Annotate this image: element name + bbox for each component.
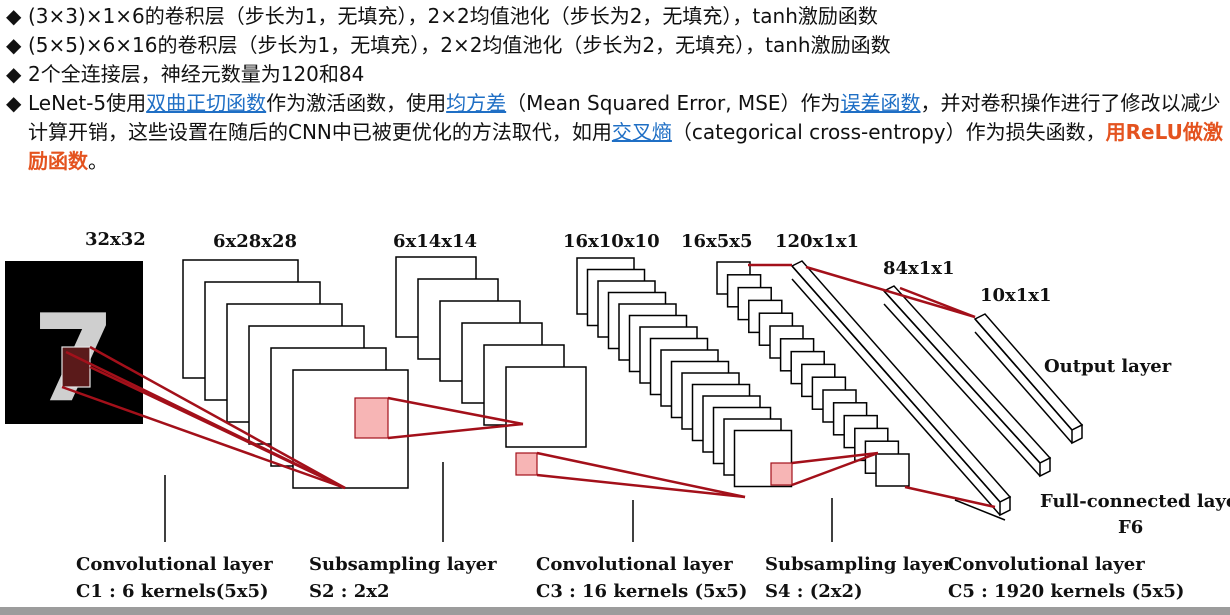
- bullet-item-4: ◆ LeNet-5使用双曲正切函数作为激活函数，使用均方差（Mean Squar…: [6, 89, 1226, 176]
- bullet-item-1: ◆ (3×3)×1×6的卷积层（步长为1，无填充），2×2均值池化（步长为2，无…: [6, 2, 1226, 31]
- c5-layer-desc: C5 : 1920 kernels (5x5): [948, 581, 1184, 602]
- c5-layer-name: Convolutional layer: [948, 554, 1145, 575]
- bullet-text: 。: [88, 149, 108, 173]
- input-image: 7: [5, 261, 143, 429]
- dim-label-c5: 120x1x1: [775, 231, 859, 252]
- fc-layer-f6-label: F6: [1118, 517, 1143, 538]
- link-error-function[interactable]: 误差函数: [841, 91, 921, 115]
- dim-label-s4: 16x5x5: [681, 231, 753, 252]
- c1-layer-desc: C1 : 6 kernels(5x5): [76, 581, 269, 602]
- dim-label-c3: 16x10x10: [563, 231, 660, 252]
- diamond-bullet-icon: ◆: [6, 4, 22, 28]
- bullet-item-3: ◆ 2个全连接层，神经元数量为120和84: [6, 60, 1226, 89]
- s2-layer-name: Subsampling layer: [309, 554, 497, 575]
- c1-layer-name: Convolutional layer: [76, 554, 273, 575]
- diamond-bullet-icon: ◆: [6, 62, 22, 86]
- s4-feature-map: [875, 453, 910, 487]
- bullet-text: （Mean Squared Error, MSE）作为: [506, 91, 841, 115]
- footer-bar: [0, 607, 1230, 615]
- link-mse[interactable]: 均方差: [446, 91, 506, 115]
- s2-receptive-patch: [354, 397, 389, 439]
- output-bar-edge2: [974, 331, 1073, 444]
- s4-receptive-patch: [770, 462, 793, 486]
- bullet-item-2: ◆ (5×5)×6×16的卷积层（步长为1，无填充），2×2均值池化（步长为2，…: [6, 31, 1226, 60]
- bullet-list: ◆ (3×3)×1×6的卷积层（步长为1，无填充），2×2均值池化（步长为2，无…: [6, 2, 1226, 176]
- bullet-text: （categorical cross-entropy）作为损失函数，: [671, 120, 1106, 144]
- s4-layer-desc: S4 : (2x2): [765, 581, 863, 602]
- f6-bar-edge: [883, 290, 1041, 464]
- bullet-text: (5×5)×6×16的卷积层（步长为1，无填充），2×2均值池化（步长为2，无填…: [28, 33, 891, 57]
- dim-label-output: 10x1x1: [980, 285, 1052, 306]
- dim-label-input: 32x32: [85, 229, 146, 250]
- dim-label-c1: 6x28x28: [213, 231, 297, 252]
- fc-layer-label: Full-connected layer: [1040, 491, 1230, 512]
- connection-line: [536, 473, 746, 499]
- c3-receptive-patch: [515, 452, 538, 476]
- diamond-bullet-icon: ◆: [6, 33, 22, 57]
- lenet5-architecture-diagram: 32x32 6x28x28 6x14x14 16x10x10 16x5x5 12…: [5, 229, 1230, 602]
- c2-feature-map: [505, 366, 587, 448]
- s2-layer-desc: S2 : 2x2: [309, 581, 389, 602]
- bullet-text: 作为激活函数，使用: [266, 91, 447, 115]
- dim-label-f6: 84x1x1: [883, 258, 955, 279]
- diamond-bullet-icon: ◆: [6, 91, 22, 115]
- link-cross-entropy[interactable]: 交叉熵: [612, 120, 672, 144]
- bullet-text: LeNet-5使用: [28, 91, 147, 115]
- connection-line: [904, 485, 996, 509]
- c3-layer-desc: C3 : 16 kernels (5x5): [536, 581, 747, 602]
- c3-layer-name: Convolutional layer: [536, 554, 733, 575]
- link-tanh[interactable]: 双曲正切函数: [146, 91, 266, 115]
- output-layer-label: Output layer: [1044, 356, 1172, 377]
- s4-layer-name: Subsampling layer: [765, 554, 953, 575]
- dim-label-s2: 6x14x14: [393, 231, 477, 252]
- bullet-text: (3×3)×1×6的卷积层（步长为1，无填充），2×2均值池化（步长为2，无填充…: [28, 4, 878, 28]
- bullet-text: 2个全连接层，神经元数量为120和84: [28, 62, 365, 86]
